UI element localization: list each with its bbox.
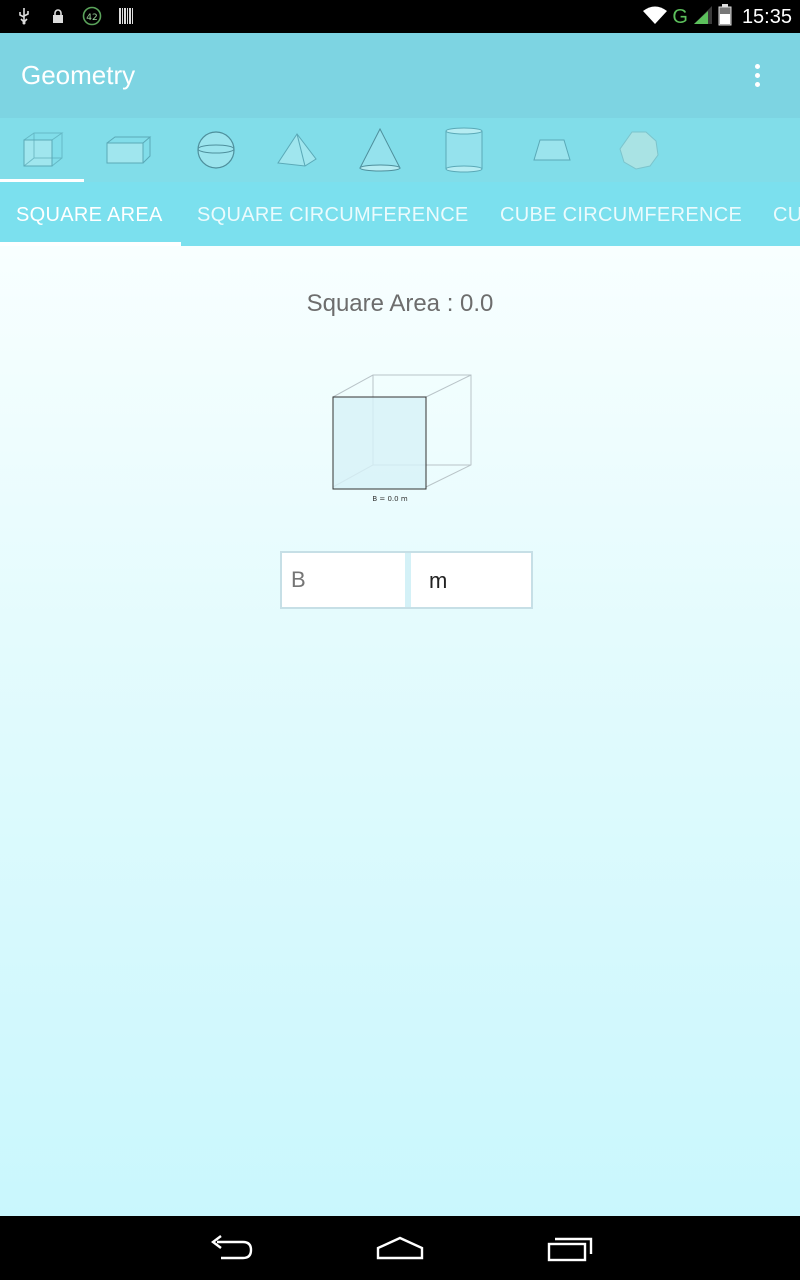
shape-tab-pyramid[interactable]: [255, 118, 339, 182]
sphere-icon: [197, 131, 235, 169]
tab-next-partial[interactable]: CU: [773, 182, 800, 246]
cone-icon: [359, 127, 401, 172]
diagram-label: B = 0.0 m: [372, 495, 407, 503]
shape-tab-bar: [0, 118, 800, 182]
shape-tab-cube[interactable]: [0, 118, 84, 182]
shape-tab-cuboid[interactable]: [86, 118, 170, 182]
network-type: G: [672, 5, 688, 28]
app-title: Geometry: [21, 60, 136, 90]
signal-icon: [692, 5, 714, 29]
wifi-icon: [642, 5, 668, 29]
shape-tab-polygon[interactable]: [597, 118, 681, 182]
side-b-input[interactable]: [282, 553, 405, 607]
status-bar: 42 G 15:35: [0, 0, 800, 33]
polygon-icon: [619, 131, 659, 170]
trapezoid-icon: [533, 139, 571, 161]
counter-badge-icon: 42: [82, 6, 102, 26]
shape-tab-cone[interactable]: [338, 118, 422, 182]
tab-square-circumference[interactable]: SQUARE CIRCUMFERENCE: [197, 182, 469, 246]
notification-badge-count: 42: [86, 13, 97, 23]
status-time: 15:35: [741, 5, 792, 28]
action-bar: Geometry: [0, 33, 800, 118]
main-content: Square Area : 0.0 B = 0.0 m m: [0, 246, 800, 1216]
barcode-icon: [116, 6, 136, 26]
tab-cube-circumference[interactable]: CUBE CIRCUMFERENCE: [500, 182, 742, 246]
more-vertical-icon[interactable]: [740, 53, 774, 97]
back-icon[interactable]: [200, 1228, 260, 1268]
home-icon[interactable]: [370, 1228, 430, 1268]
shape-tab-cylinder[interactable]: [422, 118, 506, 182]
shape-tab-sphere[interactable]: [174, 118, 258, 182]
battery-icon: [718, 4, 732, 30]
shape-tab-trapezoid[interactable]: [510, 118, 594, 182]
unit-selector[interactable]: m: [411, 553, 531, 607]
cylinder-icon: [445, 127, 483, 173]
tab-bar: SQUARE AREA SQUARE CIRCUMFERENCE CUBE CI…: [0, 182, 800, 246]
cube-icon: [23, 132, 64, 167]
navigation-bar: [0, 1216, 800, 1280]
pyramid-icon: [277, 133, 317, 167]
cube-diagram: B = 0.0 m: [332, 374, 472, 503]
input-row: m: [280, 551, 533, 609]
tab-square-area[interactable]: SQUARE AREA: [16, 182, 163, 246]
usb-icon: [14, 6, 34, 26]
cuboid-icon: [106, 136, 152, 164]
recents-icon[interactable]: [540, 1228, 600, 1268]
result-text: Square Area : 0.0: [306, 290, 494, 317]
lock-icon: [48, 6, 68, 26]
